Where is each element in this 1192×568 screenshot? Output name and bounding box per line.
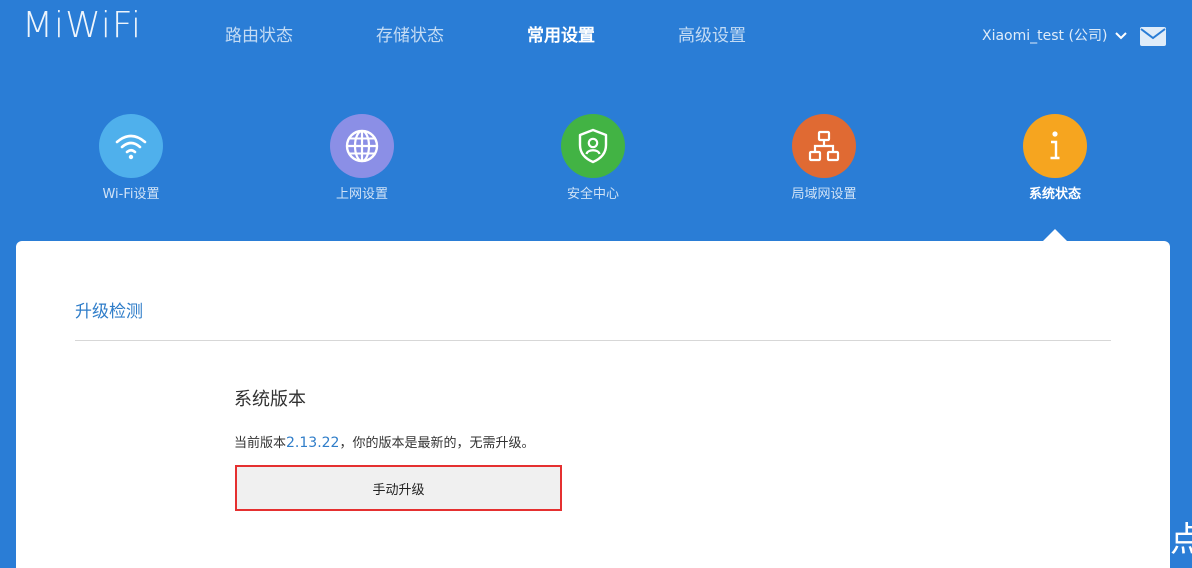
section-title: 升级检测 bbox=[75, 302, 143, 322]
version-prefix: 当前版本 bbox=[234, 436, 287, 451]
feature-internet-settings[interactable]: 上网设置 bbox=[292, 114, 432, 204]
feature-label: 系统状态 bbox=[1028, 187, 1081, 202]
top-navigation-bar: MiWiFi 路由状态 存储状态 常用设置 高级设置 Xiaomi_test (… bbox=[0, 0, 1192, 72]
feature-wifi-settings[interactable]: Wi-Fi设置 bbox=[61, 114, 201, 204]
feature-system-status[interactable]: 系统状态 bbox=[985, 114, 1125, 204]
globe-icon bbox=[330, 114, 394, 178]
feature-label: Wi-Fi设置 bbox=[102, 187, 160, 202]
feature-label: 局域网设置 bbox=[791, 187, 857, 202]
feature-label: 上网设置 bbox=[335, 187, 388, 202]
version-number: 2.13.22 bbox=[286, 435, 340, 451]
wifi-icon bbox=[99, 114, 163, 178]
chevron-down-icon bbox=[1115, 32, 1128, 40]
info-icon bbox=[1023, 114, 1087, 178]
shield-icon bbox=[561, 114, 625, 178]
version-status-text: 当前版本2.13.22，你的版本是最新的，无需升级。 bbox=[234, 433, 534, 454]
network-icon bbox=[792, 114, 856, 178]
tab-storage-status[interactable]: 存储状态 bbox=[376, 24, 444, 48]
miwifi-logo: MiWiFi bbox=[22, 5, 142, 46]
user-account-label: Xiaomi_test (公司) bbox=[982, 28, 1108, 44]
version-suffix: ，你的版本是最新的，无需升级。 bbox=[339, 436, 535, 451]
content-panel: 升级检测 系统版本 当前版本2.13.22，你的版本是最新的，无需升级。 手动升… bbox=[16, 241, 1170, 568]
edge-text: 点 bbox=[1170, 520, 1192, 560]
feature-lan-settings[interactable]: 局域网设置 bbox=[754, 114, 894, 204]
user-account-menu[interactable]: Xiaomi_test (公司) bbox=[982, 26, 1128, 46]
system-version-title: 系统版本 bbox=[234, 389, 306, 410]
tab-router-status[interactable]: 路由状态 bbox=[225, 24, 293, 48]
tab-common-settings[interactable]: 常用设置 bbox=[527, 24, 595, 48]
mail-icon[interactable] bbox=[1140, 27, 1166, 46]
feature-security-center[interactable]: 安全中心 bbox=[523, 114, 663, 204]
divider bbox=[75, 340, 1111, 341]
feature-label: 安全中心 bbox=[566, 187, 619, 202]
tab-advanced-settings[interactable]: 高级设置 bbox=[678, 24, 746, 48]
manual-upgrade-button[interactable]: 手动升级 bbox=[235, 465, 562, 511]
